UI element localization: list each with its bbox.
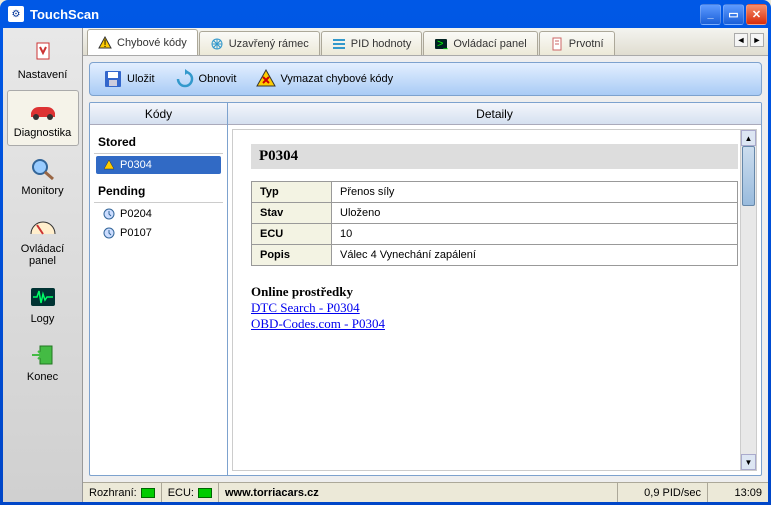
tab-label: Uzavřený rámec (229, 38, 309, 50)
tab-initial[interactable]: Prvotní (539, 31, 615, 55)
scroll-down-arrow[interactable]: ▼ (741, 454, 756, 470)
refresh-icon (175, 69, 195, 89)
toolbar: Uložit Obnovit Vymazat chybové kódy (89, 62, 762, 96)
sidebar-item-control[interactable]: Ovládací panel (7, 206, 79, 274)
code-item-p0204[interactable]: P0204 (96, 205, 221, 223)
terminal-icon: >_ (434, 37, 448, 51)
sidebar-item-label: Logy (10, 313, 76, 325)
warning-icon: ! (98, 36, 112, 50)
ecu-led (198, 488, 212, 498)
sidebar-item-settings[interactable]: Nastavení (7, 32, 79, 88)
row-ecu-label: ECU (252, 224, 332, 245)
button-label: Vymazat chybové kódy (280, 73, 393, 85)
code-item-p0304[interactable]: P0304 (96, 156, 221, 174)
tab-label: Ovládací panel (453, 38, 526, 50)
svg-text:!: ! (103, 38, 106, 50)
warning-x-icon (256, 69, 276, 89)
maximize-button[interactable]: ▭ (723, 4, 744, 25)
sidebar-item-label: Monitory (10, 185, 76, 197)
titlebar: ⚙ TouchScan _ ▭ ✕ (0, 0, 771, 28)
row-popis-label: Popis (252, 245, 332, 266)
ecu-label: ECU: (168, 487, 194, 499)
app-icon: ⚙ (8, 6, 24, 22)
sidebar-item-label: Konec (10, 371, 76, 383)
status-time: 13:09 (708, 483, 768, 502)
save-icon (103, 69, 123, 89)
car-icon (27, 97, 59, 125)
code-label: P0204 (120, 208, 152, 220)
status-pid-rate: 0,9 PID/sec (618, 483, 708, 502)
sidebar-item-logs[interactable]: Logy (7, 276, 79, 332)
tab-label: PID hodnoty (351, 38, 412, 50)
minimize-button[interactable]: _ (700, 4, 721, 25)
code-label: P0304 (120, 159, 152, 171)
clock-icon (102, 226, 116, 240)
refresh-button[interactable]: Obnovit (166, 65, 246, 93)
detail-title: P0304 (251, 144, 738, 169)
sidebar: Nastavení Diagnostika Monitory Ovládací … (3, 28, 83, 502)
snowflake-icon (210, 37, 224, 51)
exit-icon (27, 341, 59, 369)
sidebar-item-monitors[interactable]: Monitory (7, 148, 79, 204)
sidebar-item-exit[interactable]: Konec (7, 334, 79, 390)
clear-codes-button[interactable]: Vymazat chybové kódy (247, 65, 402, 93)
document-icon (550, 37, 564, 51)
tab-scroll-left[interactable]: ◄ (734, 33, 748, 47)
sidebar-item-diagnostics[interactable]: Diagnostika (7, 90, 79, 146)
close-button[interactable]: ✕ (746, 4, 767, 25)
link-obd-codes[interactable]: OBD-Codes.com - P0304 (251, 316, 738, 332)
list-icon (332, 37, 346, 51)
settings-icon (27, 39, 59, 67)
row-typ-label: Typ (252, 182, 332, 203)
tab-freeze-frame[interactable]: Uzavřený rámec (199, 31, 320, 55)
tab-error-codes[interactable]: ! Chybové kódy (87, 29, 198, 55)
row-stav-label: Stav (252, 203, 332, 224)
details-column: Detaily P0304 TypPřenos síly StavUloženo… (228, 103, 761, 475)
status-url: www.torriacars.cz (219, 483, 618, 502)
button-label: Uložit (127, 73, 155, 85)
tab-control-panel[interactable]: >_ Ovládací panel (423, 31, 537, 55)
save-button[interactable]: Uložit (94, 65, 164, 93)
codes-column: Kódy Stored P0304 Pending P0204 (90, 103, 228, 475)
scroll-thumb[interactable] (742, 146, 755, 206)
interface-label: Rozhraní: (89, 487, 137, 499)
row-typ-value: Přenos síly (332, 182, 738, 203)
interface-led (141, 488, 155, 498)
warning-icon (102, 158, 116, 172)
tab-label: Chybové kódy (117, 37, 187, 49)
gauge-icon (27, 213, 59, 241)
sidebar-item-label: Nastavení (10, 69, 76, 81)
window-title: TouchScan (28, 7, 700, 22)
svg-text:>_: >_ (437, 38, 448, 50)
clock-icon (102, 207, 116, 221)
scroll-up-arrow[interactable]: ▲ (741, 130, 756, 146)
status-interface: Rozhraní: (83, 483, 162, 502)
tabs: ! Chybové kódy Uzavřený rámec PID hodnot… (83, 28, 768, 56)
row-stav-value: Uloženo (332, 203, 738, 224)
magnifier-icon (27, 155, 59, 183)
statusbar: Rozhraní: ECU: www.torriacars.cz 0,9 PID… (83, 482, 768, 502)
stored-group-head: Stored (94, 131, 223, 154)
tab-scroll-right[interactable]: ► (750, 33, 764, 47)
sidebar-item-label: Diagnostika (10, 127, 76, 139)
tab-pid-values[interactable]: PID hodnoty (321, 31, 423, 55)
wave-icon (27, 283, 59, 311)
row-ecu-value: 10 (332, 224, 738, 245)
online-resources-head: Online prostředky (251, 284, 738, 300)
tab-label: Prvotní (569, 38, 604, 50)
code-label: P0107 (120, 227, 152, 239)
codes-header: Kódy (90, 103, 227, 125)
status-ecu: ECU: (162, 483, 219, 502)
code-item-p0107[interactable]: P0107 (96, 224, 221, 242)
details-scrollbar[interactable]: ▲ ▼ (740, 130, 756, 470)
pending-group-head: Pending (94, 180, 223, 203)
detail-table: TypPřenos síly StavUloženo ECU10 PopisVá… (251, 181, 738, 266)
link-dtc-search[interactable]: DTC Search - P0304 (251, 300, 738, 316)
row-popis-value: Válec 4 Vynechání zapálení (332, 245, 738, 266)
button-label: Obnovit (199, 73, 237, 85)
details-header: Detaily (228, 103, 761, 125)
sidebar-item-label: Ovládací panel (10, 243, 76, 267)
